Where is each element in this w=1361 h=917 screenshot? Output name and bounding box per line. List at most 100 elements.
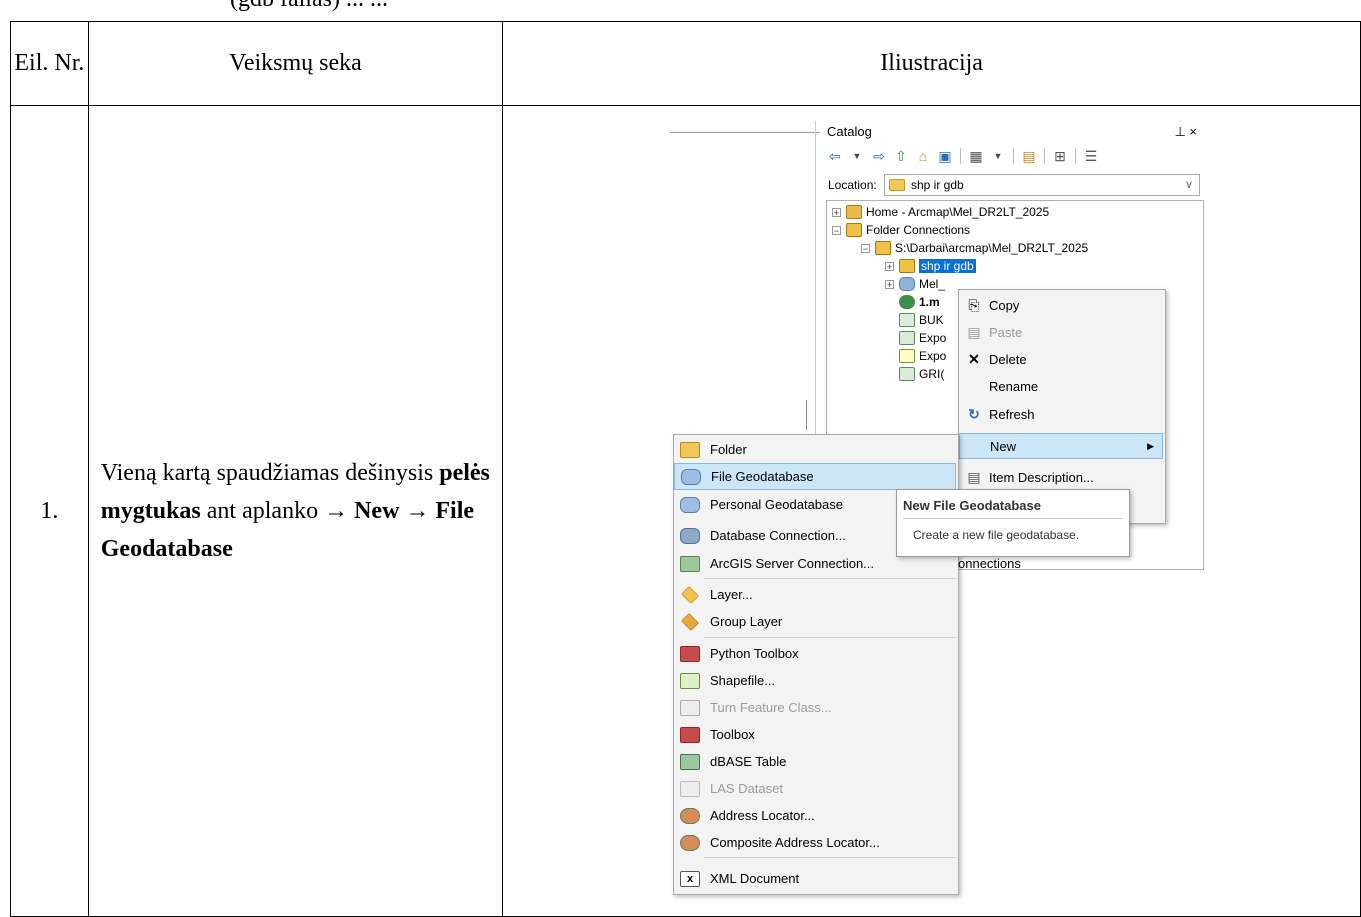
submenu-item-layer[interactable]: Layer... (674, 581, 956, 608)
submenu-item-shapefile[interactable]: Shapefile... (674, 667, 956, 694)
server-connection-icon (680, 555, 700, 572)
menu-separator (704, 578, 956, 579)
submenu-item-folder[interactable]: Folder (674, 436, 956, 463)
options-icon[interactable]: ☰ (1082, 147, 1100, 165)
chevron-down-icon[interactable]: ∨ (1185, 178, 1193, 191)
panel-splitter[interactable] (806, 400, 807, 430)
tree-item-expo-2[interactable]: Expo (899, 347, 946, 365)
location-label: Location: (828, 178, 877, 192)
submenu-item-file-geodatabase[interactable]: File Geodatabase (674, 463, 956, 490)
header-steps: Veiksmų seka (87, 21, 504, 106)
tree-item-expo-1[interactable]: Expo (899, 329, 946, 347)
submenu-item-dbase-table[interactable]: dBASE Table (674, 748, 956, 775)
forward-arrow-icon[interactable]: ⇨ (870, 147, 888, 165)
connect-folder-icon[interactable]: ▣ (936, 147, 954, 165)
submenu-item-address-locator[interactable]: Address Locator... (674, 802, 956, 829)
submenu-item-python-toolbox[interactable]: Python Toolbox (674, 640, 956, 667)
submenu-item-composite-address-locator[interactable]: Composite Address Locator... (674, 829, 956, 856)
expand-icon[interactable]: + (885, 261, 894, 271)
tree-item-gri[interactable]: GRI( (899, 365, 944, 383)
toggle-tree-icon[interactable]: ⊞ (1051, 147, 1069, 165)
toolbar-separator (1044, 148, 1045, 164)
submenu-item-label: dBASE Table (710, 754, 787, 769)
views-icon[interactable]: ▦ (967, 147, 985, 165)
turn-feature-icon (680, 699, 700, 716)
menu-item-label: Copy (989, 297, 1020, 313)
tree-item-home[interactable]: + Home - Arcmap\Mel_DR2LT_2025 (832, 203, 1049, 221)
submenu-item-label: Address Locator... (710, 808, 815, 823)
tree-item-darbai-folder[interactable]: − S:\Darbai\arcmap\Mel_DR2LT_2025 (861, 239, 1088, 257)
submenu-item-label: LAS Dataset (710, 781, 783, 796)
database-connection-icon (680, 527, 700, 544)
submenu-item-label: XML Document (710, 871, 800, 886)
home-folder-icon (846, 205, 862, 219)
table-header-row: Eil. Nr. Veiksmų seka Iliustracija (10, 21, 1361, 106)
up-level-icon[interactable]: ⇧ (892, 147, 910, 165)
tree-item-mxd[interactable]: 1.m (899, 293, 940, 311)
submenu-arrow-icon: ▶ (1147, 440, 1154, 451)
submenu-item-label: ArcGIS Server Connection... (710, 556, 875, 571)
location-combobox[interactable]: shp ir gdb ∨ (884, 174, 1200, 196)
tree-item-label: Home - Arcmap\Mel_DR2LT_2025 (866, 205, 1050, 219)
tree-item-folder-connections[interactable]: − Folder Connections (832, 221, 970, 239)
tree-item-shp-ir-gdb[interactable]: + shp ir gdb (885, 257, 976, 275)
submenu-item-xml-document[interactable]: x XML Document (674, 865, 956, 892)
submenu-item-group-layer[interactable]: Group Layer (674, 608, 956, 635)
submenu-item-label: Turn Feature Class... (710, 700, 832, 715)
folder-connections-icon (846, 223, 862, 237)
menu-item-delete[interactable]: ✕ Delete (959, 346, 1163, 372)
pin-close-icon[interactable]: ⊥ × (1174, 124, 1197, 140)
collapse-icon[interactable]: − (861, 243, 870, 253)
back-arrow-icon[interactable]: ⇦ (826, 147, 844, 165)
step-text-1: Vieną kartą spaudžiamas dešinysis (100, 460, 440, 486)
connect-to-folder-icon[interactable]: ▤ (1020, 147, 1038, 165)
menu-item-refresh[interactable]: ↻ Refresh (959, 401, 1163, 427)
group-layer-icon (681, 612, 699, 631)
views-dropdown-icon[interactable]: ▼ (989, 147, 1007, 165)
menu-item-label: Delete (989, 351, 1027, 367)
point-feature-icon (899, 349, 915, 363)
tree-item-label: BUK (919, 313, 944, 327)
tree-item-label: S:\Darbai\arcmap\Mel_DR2LT_2025 (895, 241, 1089, 255)
home-icon[interactable]: ⌂ (914, 147, 932, 165)
header-number: Eil. Nr. (10, 21, 89, 106)
toolbar-separator (1013, 148, 1014, 164)
menu-separator (704, 637, 956, 638)
menu-item-paste[interactable]: ▤ Paste (959, 319, 1163, 345)
submenu-item-label: Layer... (710, 587, 753, 602)
table-icon (680, 753, 700, 770)
line-feature-icon (899, 313, 915, 327)
tree-item-label: Expo (919, 331, 947, 345)
line-feature-icon (899, 367, 915, 381)
open-folder-icon (899, 259, 915, 273)
tree-item-label: Expo (919, 349, 947, 363)
expand-icon[interactable]: + (832, 207, 841, 217)
tree-item-mel-gdb[interactable]: + Mel_ (885, 275, 945, 293)
submenu-item-turn-feature-class: Turn Feature Class... (674, 694, 956, 721)
tree-item-buk[interactable]: BUK (899, 311, 944, 329)
map-frame-border (670, 121, 820, 133)
catalog-title: Catalog (827, 124, 872, 139)
dropdown-arrow-icon[interactable]: ▼ (848, 147, 866, 165)
menu-item-label: Rename (989, 378, 1039, 394)
menu-item-label: Paste (989, 324, 1023, 340)
submenu-item-label: Database Connection... (710, 528, 846, 543)
expand-icon[interactable]: + (885, 279, 894, 289)
menu-item-rename[interactable]: Rename (959, 373, 1163, 399)
tree-item-label: GRI( (919, 367, 945, 381)
header-illustration: Iliustracija (502, 21, 1361, 106)
hidden-tree-text: onnections (958, 556, 1021, 571)
submenu-item-label: File Geodatabase (711, 469, 814, 484)
submenu-item-label: Folder (710, 442, 747, 457)
menu-item-item-description[interactable]: ▤ Item Description... (959, 464, 1163, 490)
copy-icon: ⎘ (968, 296, 980, 313)
row-number: 1. (10, 105, 89, 917)
submenu-item-toolbox[interactable]: Toolbox (674, 721, 956, 748)
submenu-item-label: Group Layer (710, 614, 783, 629)
menu-item-label: New (990, 438, 1017, 454)
menu-item-copy[interactable]: ⎘ Copy (959, 292, 1163, 318)
collapse-icon[interactable]: − (832, 225, 841, 235)
menu-item-new[interactable]: New ▶ (959, 433, 1163, 459)
tree-item-label: Mel_ (919, 277, 946, 291)
item-description-icon: ▤ (967, 468, 981, 485)
